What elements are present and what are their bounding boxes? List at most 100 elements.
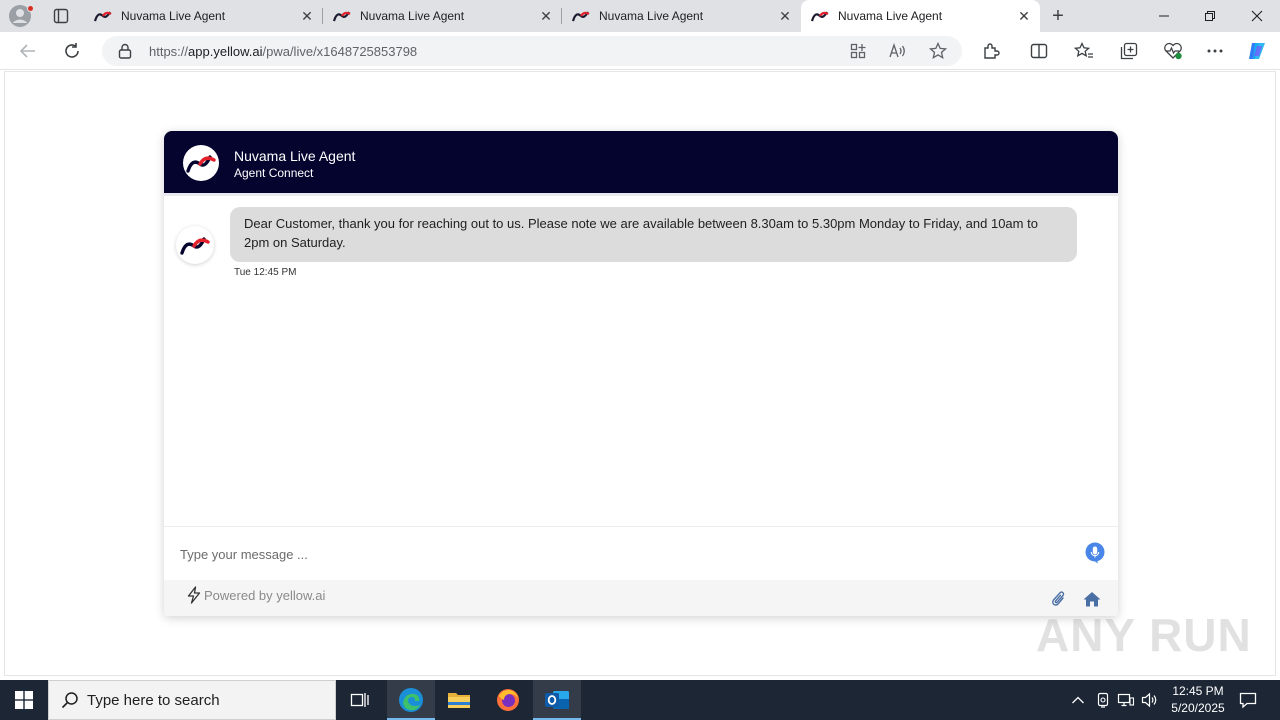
new-tab-button[interactable]: +	[1046, 4, 1070, 28]
lock-icon[interactable]	[118, 43, 132, 59]
close-window-button[interactable]	[1234, 0, 1280, 32]
nuvama-favicon-icon	[811, 11, 829, 22]
tray-device-button[interactable]	[1093, 690, 1113, 710]
notification-icon	[1239, 692, 1257, 709]
message-composer	[164, 526, 1118, 580]
tab-close-icon[interactable]: ✕	[775, 6, 795, 26]
split-screen-button[interactable]	[1028, 41, 1050, 61]
favorites-button[interactable]	[1073, 41, 1095, 61]
chat-title: Nuvama Live Agent	[234, 148, 356, 164]
back-button[interactable]	[15, 39, 41, 63]
lightning-icon	[187, 586, 201, 604]
show-hidden-icons-button[interactable]	[1068, 690, 1088, 710]
nuvama-favicon-icon	[572, 11, 590, 22]
tab-actions-icon	[53, 8, 69, 24]
address-bar[interactable]: https://app.yellow.ai/pwa/live/x16487258…	[102, 36, 962, 66]
nuvama-favicon-icon	[94, 11, 112, 22]
edge-icon	[399, 688, 423, 712]
message-avatar	[176, 226, 214, 264]
collections-button[interactable]	[1118, 41, 1140, 61]
favorite-star-button[interactable]	[928, 41, 948, 61]
tab-close-icon[interactable]: ✕	[297, 6, 317, 26]
taskbar-outlook-button[interactable]	[533, 680, 581, 720]
search-icon	[61, 692, 78, 709]
taskbar-edge-button[interactable]	[387, 680, 435, 720]
task-view-icon	[350, 693, 369, 707]
browser-toolbar: https://app.yellow.ai/pwa/live/x16487258…	[0, 32, 1280, 70]
taskbar-file-explorer-button[interactable]	[435, 680, 483, 720]
puzzle-icon	[984, 43, 1000, 59]
app-available-button[interactable]	[848, 41, 868, 61]
restore-icon	[1205, 11, 1215, 21]
taskbar-clock[interactable]: 12:45 PM 5/20/2025	[1160, 683, 1236, 717]
taskbar: Type here to search 12:45 PM 5/20/2025	[0, 680, 1280, 720]
clock-time: 12:45 PM	[1172, 684, 1224, 698]
page-viewport: Nuvama Live Agent Agent Connect Dear Cus…	[4, 71, 1276, 676]
copilot-icon	[1249, 43, 1265, 59]
chevron-up-icon	[1072, 696, 1084, 704]
restore-button[interactable]	[1187, 0, 1233, 32]
browser-tab[interactable]: Nuvama Live Agent ✕	[323, 0, 562, 32]
home-button[interactable]	[1082, 590, 1102, 608]
bot-avatar	[183, 145, 219, 181]
taskbar-search-placeholder: Type here to search	[87, 691, 220, 709]
paperclip-icon	[1052, 591, 1065, 606]
read-aloud-icon	[889, 43, 905, 58]
folder-icon	[448, 693, 470, 708]
split-screen-icon	[1030, 43, 1048, 59]
message-timestamp: Tue 12:45 PM	[234, 267, 297, 278]
url-text[interactable]: https://app.yellow.ai/pwa/live/x16487258…	[149, 44, 417, 59]
task-view-button[interactable]	[336, 680, 384, 720]
back-arrow-icon	[19, 44, 35, 58]
voice-input-button[interactable]	[1085, 542, 1105, 564]
browser-tab-strip: Nuvama Live Agent ✕ Nuvama Live Agent ✕ …	[0, 0, 1280, 32]
browser-essentials-button[interactable]	[1162, 41, 1184, 61]
notification-center-button[interactable]	[1238, 690, 1258, 710]
anyrun-watermark: ANY RUN	[1036, 609, 1252, 661]
message-input[interactable]	[180, 541, 1060, 567]
windows-logo-icon	[15, 691, 33, 709]
tab-close-icon[interactable]: ✕	[1014, 6, 1034, 26]
browser-tab[interactable]: Nuvama Live Agent ✕	[84, 0, 323, 32]
outlook-icon	[545, 691, 569, 709]
taskbar-firefox-button[interactable]	[484, 680, 532, 720]
plus-icon: +	[1052, 4, 1064, 27]
powered-by-text: Powered by yellow.ai	[204, 587, 326, 603]
profile-button[interactable]	[8, 4, 36, 28]
tab-title: Nuvama Live Agent	[360, 9, 465, 23]
url-path: /pwa/live/x1648725853798	[262, 44, 418, 59]
minimize-button[interactable]	[1141, 0, 1187, 32]
chat-widget: Nuvama Live Agent Agent Connect Dear Cus…	[164, 131, 1118, 616]
browser-tab[interactable]: Nuvama Live Agent ✕	[562, 0, 801, 32]
start-button[interactable]	[0, 680, 48, 720]
tab-title: Nuvama Live Agent	[838, 9, 943, 23]
chat-subtitle: Agent Connect	[234, 166, 314, 180]
close-icon	[1251, 10, 1263, 22]
browser-tab-active[interactable]: Nuvama Live Agent ✕	[801, 0, 1040, 32]
home-icon	[1083, 592, 1101, 607]
network-icon	[1117, 693, 1135, 707]
collections-icon	[1120, 42, 1138, 60]
read-aloud-button[interactable]	[888, 41, 908, 61]
tab-actions-button[interactable]	[48, 4, 74, 28]
tab-title: Nuvama Live Agent	[599, 9, 704, 23]
tab-title: Nuvama Live Agent	[121, 9, 226, 23]
more-dots-icon	[1207, 49, 1223, 53]
copilot-button[interactable]	[1246, 41, 1268, 61]
taskbar-search-box[interactable]: Type here to search	[48, 680, 336, 720]
powered-by-link[interactable]: Powered by yellow.ai	[186, 586, 325, 604]
heartbeat-icon	[1164, 42, 1182, 60]
settings-more-button[interactable]	[1204, 41, 1226, 61]
attachment-button[interactable]	[1049, 590, 1069, 608]
profile-notification-dot	[27, 5, 34, 12]
network-button[interactable]	[1116, 690, 1136, 710]
url-host: app.yellow.ai	[188, 44, 263, 59]
url-scheme: https://	[149, 44, 189, 59]
extensions-button[interactable]	[980, 41, 1002, 61]
star-icon	[929, 42, 947, 60]
microphone-icon	[1085, 542, 1105, 564]
volume-icon	[1141, 692, 1157, 708]
refresh-button[interactable]	[59, 39, 85, 63]
volume-button[interactable]	[1140, 690, 1160, 710]
tab-close-icon[interactable]: ✕	[536, 6, 556, 26]
